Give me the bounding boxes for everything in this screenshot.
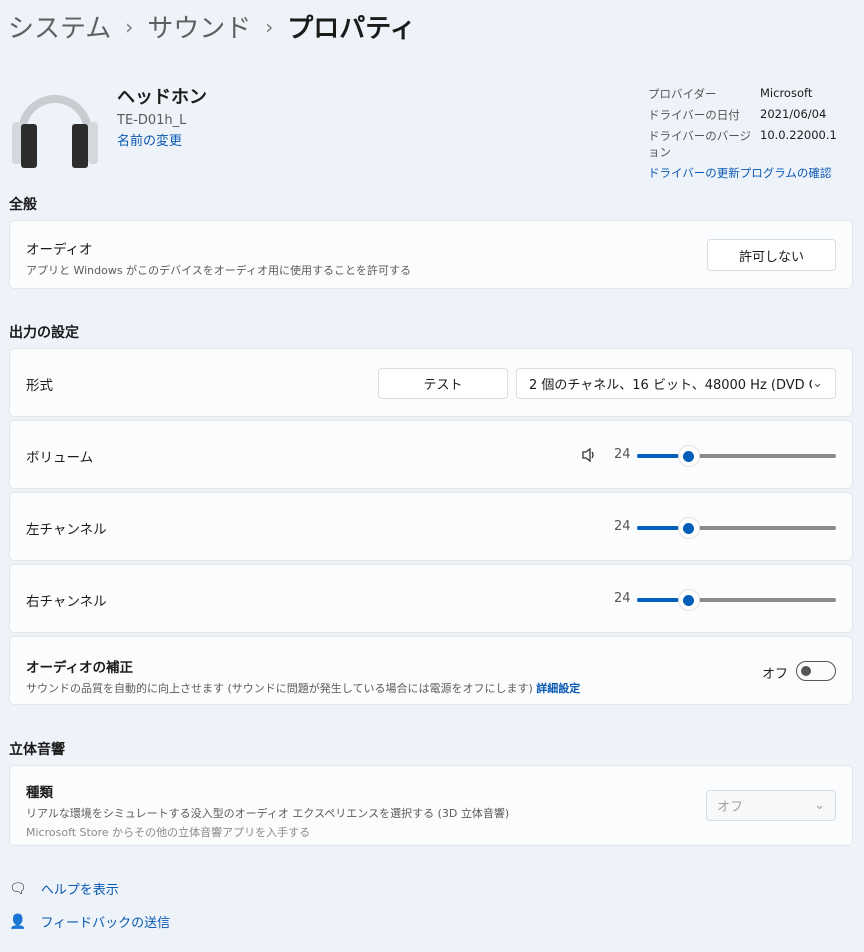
device-model: TE-D01h_L (117, 113, 187, 128)
spatial-card: 種類 リアルな環境をシミュレートする没入型のオーディオ エクスペリエンスを選択す… (9, 765, 853, 846)
slider-thumb[interactable] (677, 445, 700, 467)
test-button[interactable]: テスト (378, 368, 508, 399)
right-channel-slider[interactable] (637, 589, 836, 611)
page-title: プロパティ (287, 14, 416, 44)
advanced-settings-link[interactable]: 詳細設定 (536, 682, 580, 695)
left-channel-card: 左チャンネル 24 (9, 492, 853, 561)
driver-version-label: ドライバーのバージョン (648, 129, 752, 159)
format-dropdown[interactable]: 2 個のチャネル、16 ビット、48000 Hz (DVD Qua ⌄ (516, 368, 836, 399)
help-link[interactable]: ヘルプを表示 (41, 879, 119, 898)
volume-card: ボリューム 24 (9, 420, 853, 489)
headphones-icon (12, 95, 98, 168)
spatial-type-dropdown[interactable]: オフ ⌄ (706, 790, 836, 821)
slider-thumb[interactable] (677, 589, 700, 611)
spatial-type-title: 種類 (26, 785, 53, 801)
spatial-type-value: オフ (717, 800, 744, 815)
audio-card: オーディオ アプリと Windows がこのデバイスをオーディオ用に使用すること… (9, 220, 853, 289)
enhance-desc: サウンドの品質を自動的に向上させます (サウンドに問題が発生している場合には電源… (26, 682, 533, 695)
enhance-toggle[interactable] (796, 661, 836, 681)
provider-label: プロバイダー (648, 87, 717, 101)
disallow-button[interactable]: 許可しない (707, 239, 836, 271)
left-channel-label: 左チャンネル (26, 522, 107, 538)
volume-slider[interactable] (637, 445, 836, 467)
audio-desc: アプリと Windows がこのデバイスをオーディオ用に使用することを許可する (26, 264, 411, 277)
driver-update-link[interactable]: ドライバーの更新プログラムの確認 (648, 165, 840, 181)
volume-value: 24 (614, 447, 631, 462)
right-channel-label: 右チャンネル (26, 594, 107, 610)
driver-info: プロバイダー Microsoft ドライバーの日付 2021/06/04 ドライバー… (648, 86, 840, 181)
device-name: ヘッドホン (117, 87, 207, 108)
help-icon: 🗨 (9, 880, 27, 897)
volume-label: ボリューム (26, 450, 94, 466)
right-channel-card: 右チャンネル 24 (9, 564, 853, 633)
right-channel-value: 24 (614, 591, 631, 606)
speaker-icon[interactable] (581, 447, 597, 463)
format-label: 形式 (26, 378, 53, 394)
breadcrumb: システム › サウンド › プロパティ (8, 8, 416, 45)
audio-title: オーディオ (26, 242, 93, 258)
store-spatial-apps-text: Microsoft Store からその他の立体音響アプリを入手する (26, 826, 311, 839)
enhance-title: オーディオの補正 (26, 660, 134, 676)
rename-link[interactable]: 名前の変更 (117, 130, 207, 149)
chevron-down-icon: ⌄ (814, 798, 825, 813)
driver-version-value: 10.0.22000.1 (760, 128, 837, 142)
chevron-right-icon: › (125, 14, 134, 39)
enhance-state: オフ (762, 667, 789, 682)
chevron-right-icon: › (265, 14, 274, 39)
chevron-down-icon: ⌄ (812, 376, 823, 391)
format-value: 2 個のチャネル、16 ビット、48000 Hz (DVD Qua (529, 378, 813, 393)
breadcrumb-system[interactable]: システム (8, 8, 111, 45)
format-card: 形式 テスト 2 個のチャネル、16 ビット、48000 Hz (DVD Qua… (9, 348, 853, 417)
enhance-card: オーディオの補正 サウンドの品質を自動的に向上させます (サウンドに問題が発生し… (9, 636, 853, 705)
feedback-icon: 👤 (9, 913, 27, 930)
driver-date-label: ドライバーの日付 (648, 108, 740, 122)
section-general: 全般 (9, 197, 37, 213)
section-output: 出力の設定 (9, 325, 79, 341)
provider-value: Microsoft (760, 86, 813, 100)
left-channel-value: 24 (614, 519, 631, 534)
help-link-row[interactable]: 🗨 ヘルプを表示 (9, 879, 119, 899)
spatial-type-desc: リアルな環境をシミュレートする没入型のオーディオ エクスペリエンスを選択する (… (26, 807, 510, 820)
left-channel-slider[interactable] (637, 517, 836, 539)
breadcrumb-sound[interactable]: サウンド (147, 8, 251, 45)
driver-date-value: 2021/06/04 (760, 107, 827, 121)
slider-thumb[interactable] (677, 517, 700, 539)
section-spatial: 立体音響 (9, 742, 65, 758)
feedback-link-row[interactable]: 👤 フィードバックの送信 (9, 912, 170, 932)
feedback-link[interactable]: フィードバックの送信 (40, 912, 170, 931)
